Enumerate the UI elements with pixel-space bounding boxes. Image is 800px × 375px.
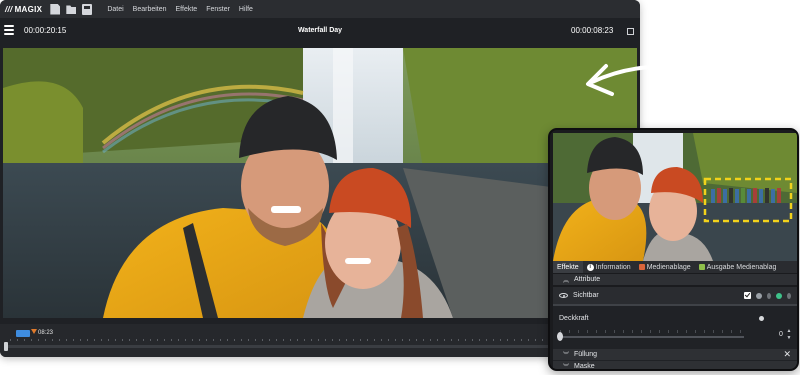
visible-row[interactable]: Sichtbar [553, 287, 797, 304]
mask-label: Maske [574, 363, 595, 370]
eye-icon [559, 293, 568, 298]
panel-preview[interactable] [553, 133, 797, 261]
menu-fenster[interactable]: Fenster [206, 6, 230, 13]
mask-section-header[interactable]: ︾ Maske [553, 361, 797, 371]
expand-chevron-icon: ︾ [563, 365, 570, 371]
timeline-marker[interactable] [16, 330, 30, 337]
stage: /// MAGIX Datei Bearbeiten Effekte Fenst… [0, 0, 800, 375]
attributes-section-header[interactable]: ︽ Attribute [553, 274, 797, 285]
output-media-icon [698, 264, 705, 270]
stepper-down-icon[interactable]: ▼ [787, 336, 792, 341]
tab-ausgabe-medienablage[interactable]: Ausgabe Medienablag [695, 261, 781, 273]
visible-checkbox[interactable] [744, 292, 751, 299]
visible-controls [744, 292, 791, 299]
app-logo: /// MAGIX [5, 5, 42, 14]
opacity-slider-thumb[interactable] [557, 332, 563, 341]
main-window: /// MAGIX Datei Bearbeiten Effekte Fenst… [0, 0, 640, 357]
playhead-handle[interactable] [4, 342, 8, 351]
divider [553, 304, 797, 306]
tab-effekte-label: Effekte [557, 263, 579, 271]
effects-panel-window: Effekte i Information Medienablage Ausga… [548, 128, 799, 371]
panel-tabs: Effekte i Information Medienablage Ausga… [553, 261, 797, 273]
media-pool-icon [638, 264, 645, 270]
magix-logo-icon: /// [5, 4, 13, 14]
opacity-stepper[interactable]: ▲ ▼ [786, 329, 792, 341]
opacity-slider[interactable] [560, 336, 744, 338]
menu-hilfe[interactable]: Hilfe [239, 6, 253, 13]
save-icon[interactable] [82, 3, 93, 15]
project-title: Waterfall Day [297, 27, 343, 34]
duration-time: 00:00:08:23 [571, 26, 614, 35]
attributes-label: Attribute [574, 276, 601, 283]
fill-label: Füllung [574, 351, 597, 358]
opacity-label: Deckkraft [559, 315, 589, 322]
visible-label: Sichtbar [573, 292, 599, 299]
brand-label: MAGIX [14, 4, 43, 14]
keyframe-prev-icon[interactable] [767, 292, 771, 299]
preview-image [3, 48, 637, 318]
timeline[interactable]: 08:23 [0, 324, 640, 357]
collapse-chevron-icon: ︽ [563, 278, 570, 284]
tab-information-label: Information [595, 263, 631, 271]
tab-medienablage[interactable]: Medienablage [635, 261, 695, 273]
menu-bar: /// MAGIX Datei Bearbeiten Effekte Fenst… [0, 0, 640, 18]
menu-bearbeiten[interactable]: Bearbeiten [133, 6, 167, 13]
tab-effekte[interactable]: Effekte [553, 261, 583, 273]
reset-icon[interactable] [756, 292, 762, 299]
keyframe-next-icon[interactable] [787, 292, 791, 299]
info-icon: i [586, 263, 594, 271]
menu-datei[interactable]: Datei [107, 6, 123, 13]
player-header: 00:00:20:15 Waterfall Day 00:00:08:23 [0, 18, 640, 44]
opacity-slider-scale [560, 330, 744, 333]
close-icon[interactable]: ✕ [783, 349, 791, 360]
tab-medienablage-label: Medienablage [646, 263, 691, 271]
timeline-marker-time: 08:23 [38, 330, 54, 336]
open-folder-icon[interactable] [66, 5, 77, 14]
fill-section-header[interactable]: ︾ Füllung ✕ [553, 349, 797, 360]
keyframe-icon[interactable] [776, 292, 782, 299]
opacity-value[interactable]: 0 [779, 331, 783, 338]
tab-information[interactable]: i Information [583, 261, 635, 273]
new-file-icon[interactable] [50, 3, 61, 15]
tab-ausgabe-label: Ausgabe Medienablag [706, 263, 777, 271]
opacity-keyframe-icon[interactable] [759, 316, 764, 321]
video-preview[interactable] [3, 48, 637, 318]
fullscreen-icon[interactable] [627, 28, 634, 35]
timeline-ruler [10, 339, 630, 341]
menu-effekte[interactable]: Effekte [176, 6, 198, 13]
marker-flag-icon [31, 329, 37, 334]
expand-chevron-icon: ︾ [563, 353, 570, 359]
stepper-up-icon[interactable]: ▲ [787, 329, 792, 334]
timeline-scrollbar[interactable] [6, 345, 636, 348]
panel-preview-image [553, 133, 797, 261]
